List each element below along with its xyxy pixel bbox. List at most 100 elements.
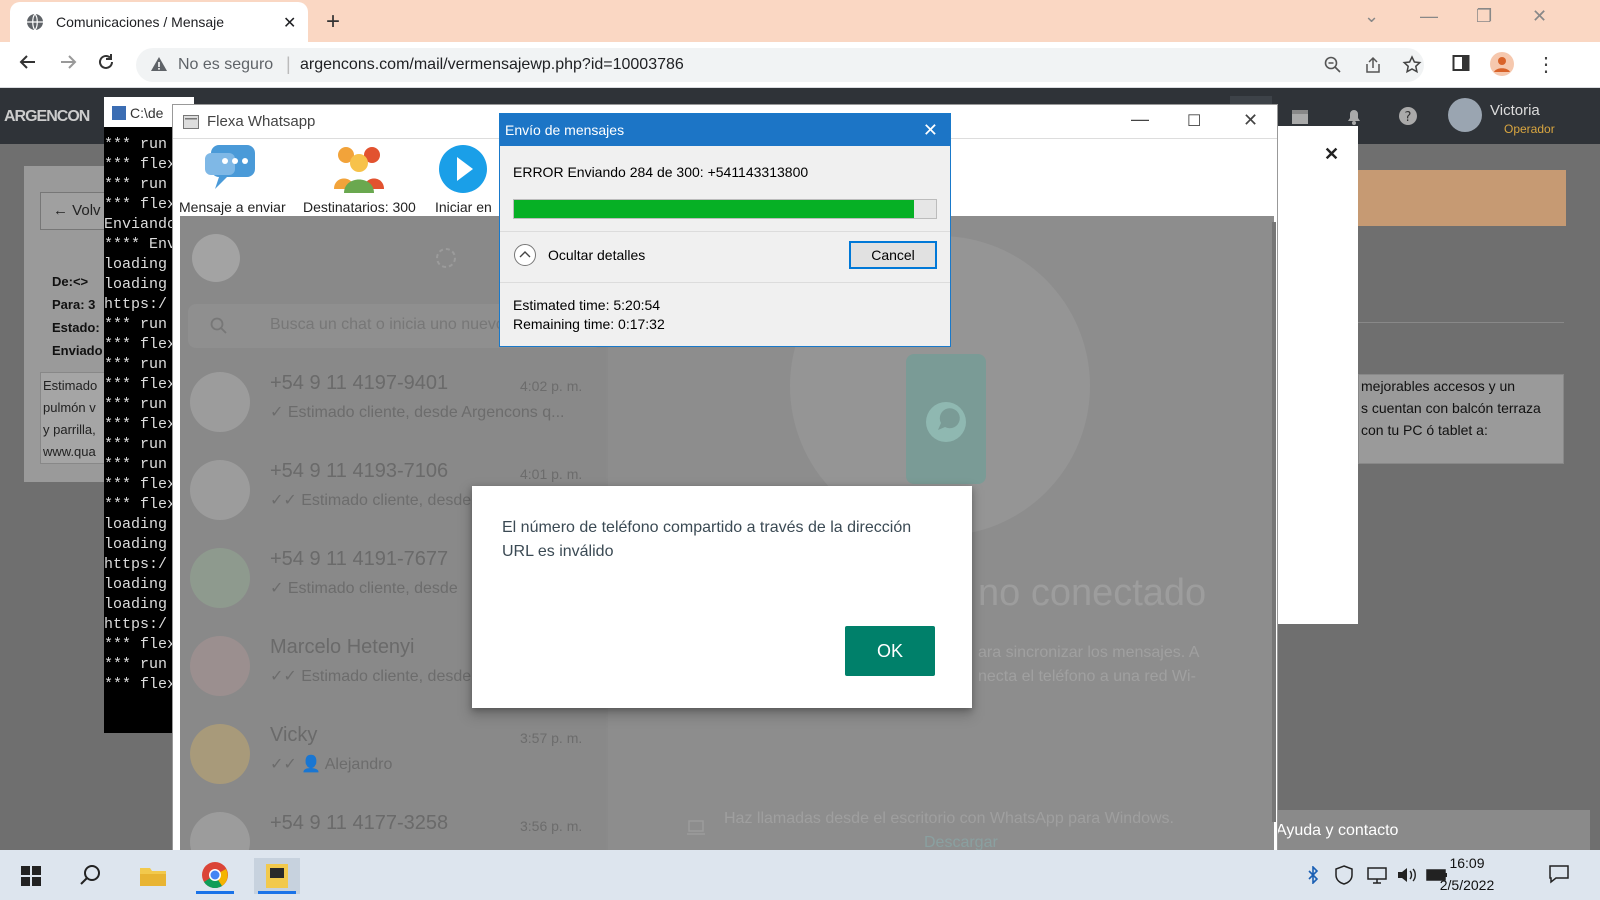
chat-name: +54 9 11 4193-7106 xyxy=(270,460,449,482)
message-line: y parrilla, xyxy=(43,422,96,437)
chat-avatar xyxy=(190,636,250,696)
browser-tab[interactable]: Comunicaciones / Mensaje ✕ xyxy=(10,2,308,42)
divider xyxy=(1358,322,1564,323)
volume-icon[interactable] xyxy=(1396,866,1418,884)
console-line: *** run xyxy=(104,356,168,373)
flexa-taskbar-icon[interactable] xyxy=(254,858,300,894)
search-placeholder: Busca un chat o inicia uno nuevo xyxy=(270,316,505,333)
url-text[interactable]: argencons.com/mail/vermensajewp.php?id=1… xyxy=(300,56,684,74)
bluetooth-icon[interactable] xyxy=(1306,866,1320,884)
forward-arrow-icon[interactable] xyxy=(58,52,78,72)
flexa-close-button[interactable]: ✕ xyxy=(1243,110,1258,131)
bell-icon[interactable] xyxy=(1344,106,1364,126)
progress-fill xyxy=(514,200,914,218)
status-refresh-icon[interactable] xyxy=(434,246,458,270)
back-button[interactable]: ← Volv xyxy=(40,192,112,230)
new-tab-button[interactable]: + xyxy=(326,8,340,36)
message-body-right: mejorables accesos y un s cuentan con ba… xyxy=(1358,374,1564,464)
cancel-button[interactable]: Cancel xyxy=(849,241,937,269)
tab-search-icon[interactable]: ⌄ xyxy=(1364,6,1379,27)
calendar-icon[interactable] xyxy=(1290,106,1310,126)
side-panel-icon[interactable] xyxy=(1452,54,1470,72)
tab-close-icon[interactable]: ✕ xyxy=(283,13,296,33)
search-icon[interactable] xyxy=(68,858,114,894)
error-status-text: ERROR Enviando 284 de 300: +541143313800 xyxy=(513,164,809,180)
bookmark-star-icon[interactable] xyxy=(1402,55,1422,75)
address-bar[interactable]: No es seguro | argencons.com/mail/vermen… xyxy=(136,48,1424,82)
not-connected-heading: no conectado xyxy=(978,572,1207,614)
chat-item[interactable]: +54 9 11 4197-9401 4:02 p. m. ✓ Estimado… xyxy=(180,356,606,444)
message-to-send-label: Mensaje a enviar xyxy=(179,199,286,215)
zoom-icon[interactable] xyxy=(1324,56,1342,74)
chat-time: 4:01 p. m. xyxy=(520,466,583,482)
tab-title: Comunicaciones / Mensaje xyxy=(56,14,225,30)
help-contact-link[interactable]: Ayuda y contacto xyxy=(1256,810,1590,854)
profile-avatar-icon[interactable] xyxy=(1490,52,1514,76)
chevron-up-icon[interactable] xyxy=(514,244,536,266)
help-icon[interactable]: ? xyxy=(1398,106,1418,126)
windows-start-icon[interactable] xyxy=(8,858,54,894)
file-explorer-icon[interactable] xyxy=(130,858,176,894)
console-line: *** flex xyxy=(104,476,174,493)
recipients-label: Destinatarios: 300 xyxy=(303,199,416,215)
to-label: Para: 3 xyxy=(52,297,96,312)
laptop-icon xyxy=(686,820,706,836)
chrome-icon[interactable] xyxy=(192,858,238,894)
user-name: Victoria xyxy=(1490,102,1540,119)
share-icon[interactable] xyxy=(1364,56,1382,74)
clock-time: 16:09 xyxy=(1449,855,1485,871)
chat-preview: ✓✓ Estimado cliente, desde xyxy=(270,668,472,685)
console-line: https:/ xyxy=(104,616,168,633)
people-group-icon xyxy=(334,147,385,193)
console-line: *** flex xyxy=(104,636,174,653)
close-icon[interactable]: ✕ xyxy=(923,120,938,141)
console-line: loading xyxy=(104,576,168,593)
flexa-minimize-button[interactable]: — xyxy=(1131,109,1149,130)
console-window[interactable]: *** run *** flex *** run *** flex Enviando **… xyxy=(104,97,174,733)
chat-time: 4:02 p. m. xyxy=(520,378,583,394)
security-label[interactable]: No es seguro xyxy=(178,56,273,74)
sending-dialog-titlebar[interactable]: Envío de mensajes ✕ xyxy=(500,114,950,146)
console-line: Enviando xyxy=(104,216,174,233)
security-shield-icon[interactable] xyxy=(1334,865,1354,885)
invalid-number-alert: El número de teléfono compartido a travé… xyxy=(472,486,972,708)
flexa-maximize-button[interactable]: ☐ xyxy=(1187,111,1201,131)
alert-message: El número de teléfono compartido a travé… xyxy=(502,519,912,560)
reload-icon[interactable] xyxy=(96,52,116,72)
chat-name: +54 9 11 4191-7677 xyxy=(270,548,449,570)
own-profile-avatar[interactable] xyxy=(192,234,240,282)
modal-close-icon[interactable]: ✕ xyxy=(1324,144,1339,165)
network-icon[interactable] xyxy=(1366,866,1388,884)
chat-avatar xyxy=(190,460,250,520)
console-line: *** flex xyxy=(104,496,174,513)
estimated-time: Estimated time: 5:20:54 xyxy=(513,297,661,313)
console-line: *** run xyxy=(104,136,168,153)
chat-bubbles-icon xyxy=(205,145,256,189)
restore-button[interactable]: ❐ xyxy=(1476,6,1492,27)
minimize-button[interactable]: — xyxy=(1420,6,1438,27)
close-window-button[interactable]: ✕ xyxy=(1532,6,1547,27)
active-indicator xyxy=(258,891,296,894)
clock-date: 2/5/2022 xyxy=(1439,877,1495,893)
console-title: C:\de xyxy=(130,105,164,121)
chat-item[interactable]: Vicky 3:57 p. m. ✓✓ 👤 Alejandro xyxy=(180,708,606,796)
menu-kebab-icon[interactable]: ⋮ xyxy=(1536,52,1556,77)
chat-item[interactable]: +54 9 11 4177-3258 3:56 p. m. xyxy=(180,796,606,850)
console-line: loading xyxy=(104,276,168,293)
recipients-button[interactable]: Destinatarios: 300 xyxy=(303,143,416,215)
message-line: mejorables accesos y un xyxy=(1361,378,1516,394)
console-line: *** run xyxy=(104,656,168,673)
scrollbar[interactable] xyxy=(1272,222,1276,822)
start-sending-button[interactable]: Iniciar en xyxy=(435,143,492,215)
console-line: loading xyxy=(104,256,168,273)
ok-button[interactable]: OK xyxy=(845,626,935,676)
system-clock[interactable]: 16:09 2/5/2022 xyxy=(1432,852,1502,896)
details-toggle-label[interactable]: Ocultar detalles xyxy=(548,247,645,263)
message-to-send-button[interactable]: Mensaje a enviar xyxy=(179,143,286,215)
console-line: *** flex xyxy=(104,376,174,393)
back-arrow-icon[interactable] xyxy=(18,52,38,72)
user-avatar xyxy=(1448,98,1482,132)
notifications-icon[interactable] xyxy=(1548,864,1570,884)
warning-icon[interactable] xyxy=(150,56,168,72)
svg-text:?: ? xyxy=(1405,110,1412,125)
